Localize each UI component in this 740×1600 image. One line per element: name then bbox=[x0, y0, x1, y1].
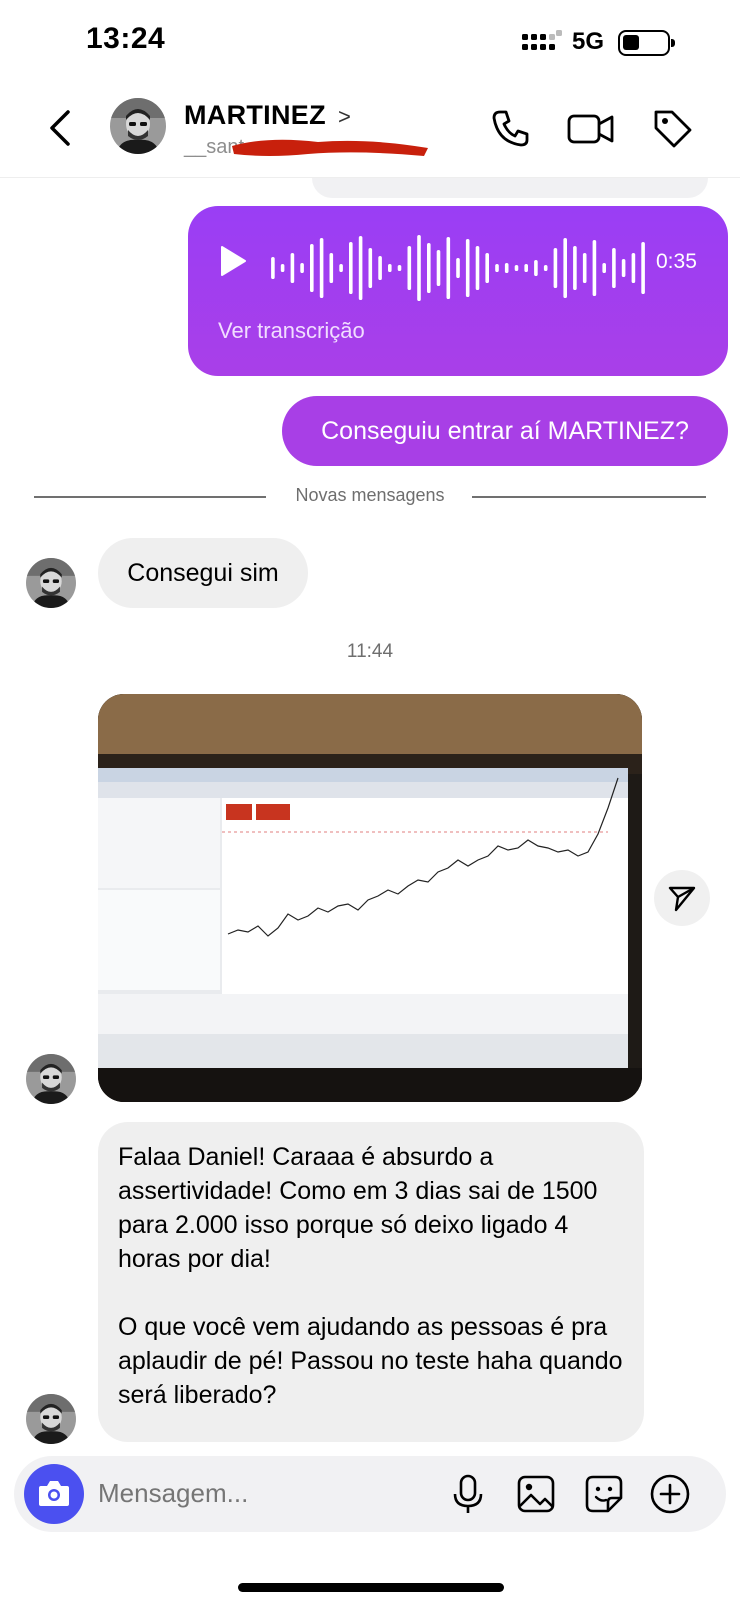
waveform-bar bbox=[407, 246, 412, 290]
waveform-bar bbox=[524, 264, 528, 272]
tag-icon[interactable] bbox=[650, 106, 694, 150]
waveform-bar bbox=[319, 238, 324, 298]
received-message-bubble[interactable]: Consegui sim bbox=[98, 538, 308, 608]
waveform-bar bbox=[417, 235, 421, 301]
waveform-bar bbox=[368, 248, 373, 288]
send-icon bbox=[668, 886, 696, 912]
waveform-bar bbox=[543, 265, 548, 271]
waveform-bar bbox=[329, 253, 334, 283]
message-input[interactable] bbox=[98, 1478, 428, 1509]
waveform-bar bbox=[397, 265, 402, 271]
waveform-bar bbox=[378, 256, 382, 280]
network-type: 5G bbox=[572, 28, 605, 55]
phone-icon[interactable] bbox=[488, 106, 532, 150]
message-paragraph: Falaa Daniel! Caraaa é absurdo a asserti… bbox=[118, 1143, 598, 1273]
microphone-icon[interactable] bbox=[446, 1472, 490, 1516]
waveform-bar bbox=[631, 253, 636, 283]
waveform-bar bbox=[612, 248, 616, 288]
message-composer bbox=[14, 1456, 726, 1532]
status-time: 13:24 bbox=[86, 22, 166, 55]
waveform-bar bbox=[280, 264, 285, 272]
waveform-bar bbox=[388, 264, 392, 272]
waveform-bar bbox=[573, 246, 577, 290]
home-indicator bbox=[238, 1583, 504, 1592]
waveform-bar bbox=[514, 265, 519, 271]
waveform-bar bbox=[456, 258, 460, 278]
voice-duration: 0:35 bbox=[656, 250, 697, 273]
redaction-mark bbox=[232, 139, 428, 156]
sent-message-bubble[interactable]: Conseguiu entrar aí MARTINEZ? bbox=[282, 396, 728, 466]
contact-name[interactable]: MARTINEZ bbox=[184, 100, 326, 131]
video-icon[interactable] bbox=[566, 106, 616, 150]
waveform-bar bbox=[349, 242, 353, 294]
camera-button[interactable] bbox=[24, 1464, 84, 1524]
waveform-bar bbox=[602, 263, 606, 273]
waveform-bar bbox=[563, 238, 567, 298]
voice-message-bubble[interactable]: 0:35 Ver transcrição bbox=[188, 206, 728, 376]
waveform-bar bbox=[310, 244, 314, 292]
received-message-bubble[interactable]: Falaa Daniel! Caraaa é absurdo a asserti… bbox=[98, 1122, 644, 1442]
waveform-bar bbox=[436, 250, 441, 286]
waveform-bar bbox=[290, 253, 295, 283]
play-icon[interactable] bbox=[218, 244, 248, 278]
battery-icon bbox=[618, 30, 675, 56]
message-paragraph: O que você vem ajudando as pessoas é pra… bbox=[118, 1313, 623, 1409]
waveform-bar bbox=[641, 242, 645, 294]
share-button[interactable] bbox=[654, 870, 710, 926]
waveform-bar bbox=[427, 243, 431, 293]
waveform-bar bbox=[446, 237, 451, 299]
waveform-bar bbox=[485, 253, 489, 283]
previous-message-edge bbox=[312, 178, 708, 198]
sender-avatar[interactable] bbox=[26, 1394, 76, 1444]
view-transcription-link[interactable]: Ver transcrição bbox=[218, 318, 365, 344]
image-icon[interactable] bbox=[514, 1472, 558, 1516]
waveform-bar bbox=[300, 263, 304, 273]
waveform-bar bbox=[534, 260, 538, 276]
waveform-bar bbox=[592, 240, 597, 296]
sticker-icon[interactable] bbox=[582, 1472, 626, 1516]
waveform-bar bbox=[475, 246, 480, 290]
shared-photo[interactable] bbox=[98, 694, 642, 1102]
waveform-bar bbox=[465, 239, 470, 297]
chat-header: MARTINEZ > __sant bbox=[0, 88, 740, 178]
message-timestamp: 11:44 bbox=[346, 641, 394, 662]
sender-avatar[interactable] bbox=[26, 558, 76, 608]
waveform[interactable] bbox=[268, 232, 648, 304]
waveform-bar bbox=[271, 257, 275, 279]
waveform-bar bbox=[339, 264, 343, 272]
avatar[interactable] bbox=[110, 98, 166, 154]
waveform-bar bbox=[621, 259, 626, 277]
divider-line-right bbox=[472, 496, 706, 498]
waveform-bar bbox=[553, 248, 558, 288]
signal-icon bbox=[522, 30, 562, 50]
sender-avatar[interactable] bbox=[26, 1054, 76, 1104]
waveform-bar bbox=[504, 263, 509, 273]
camera-icon bbox=[39, 1481, 69, 1506]
waveform-bar bbox=[582, 253, 587, 283]
waveform-bar bbox=[358, 236, 363, 300]
plus-circle-icon[interactable] bbox=[648, 1472, 692, 1516]
waveform-bar bbox=[495, 264, 499, 272]
chevron-left-icon[interactable] bbox=[46, 106, 76, 150]
chevron-right-icon[interactable]: > bbox=[338, 104, 351, 130]
